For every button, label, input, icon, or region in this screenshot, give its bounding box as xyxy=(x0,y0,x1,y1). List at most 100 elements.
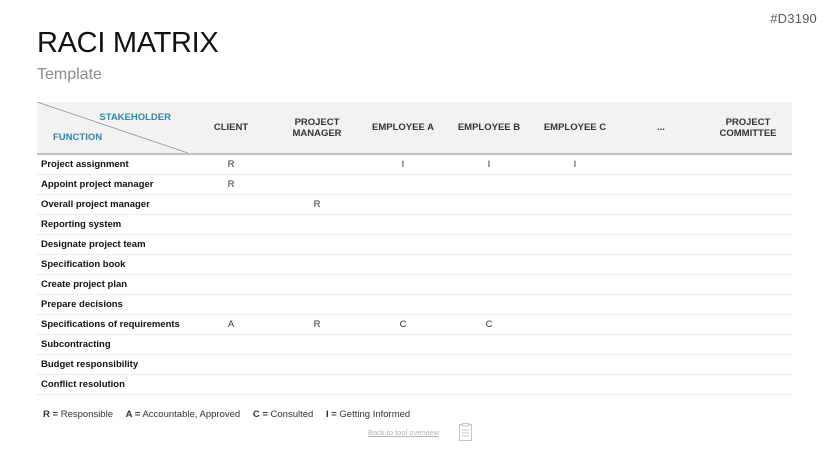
table-row: Reporting system xyxy=(37,214,792,235)
raci-cell: R xyxy=(188,154,274,175)
raci-cell xyxy=(704,274,792,295)
table-row: Appoint project manager R xyxy=(37,174,792,195)
legend-item: R = Responsible xyxy=(43,409,113,420)
raci-cell xyxy=(188,274,274,295)
raci-cell xyxy=(360,174,446,195)
function-cell: Prepare decisions xyxy=(37,294,188,315)
raci-cell xyxy=(618,294,704,315)
raci-cell xyxy=(446,194,532,215)
raci-cell xyxy=(532,234,618,255)
table-row: Create project plan xyxy=(37,274,792,295)
raci-cell xyxy=(532,174,618,195)
raci-table: STAKEHOLDER FUNCTION CLIENT PROJECT MANAG… xyxy=(37,102,792,395)
raci-cell xyxy=(704,234,792,255)
raci-cell xyxy=(188,334,274,355)
raci-cell: C xyxy=(360,314,446,335)
raci-cell: I xyxy=(446,154,532,175)
function-cell: Budget responsibility xyxy=(37,354,188,375)
raci-cell xyxy=(532,354,618,375)
table-row: Project assignment R I I I xyxy=(37,154,792,175)
raci-cell: R xyxy=(274,314,360,335)
table-row: Specification book xyxy=(37,254,792,275)
raci-cell xyxy=(618,374,704,395)
raci-cell xyxy=(704,354,792,375)
raci-cell xyxy=(704,314,792,335)
raci-cell xyxy=(618,334,704,355)
corner-header-cell: STAKEHOLDER FUNCTION xyxy=(37,102,188,155)
table-row: Prepare decisions xyxy=(37,294,792,315)
raci-cell xyxy=(704,154,792,175)
function-label: FUNCTION xyxy=(53,132,103,143)
function-cell: Project assignment xyxy=(37,154,188,175)
raci-cell xyxy=(274,334,360,355)
raci-cell xyxy=(618,354,704,375)
raci-cell xyxy=(704,374,792,395)
table-row: Designate project team xyxy=(37,234,792,255)
function-cell: Specification book xyxy=(37,254,188,275)
raci-cell xyxy=(188,234,274,255)
raci-cell xyxy=(532,214,618,235)
raci-cell xyxy=(618,254,704,275)
stakeholder-label: STAKEHOLDER xyxy=(99,112,171,123)
raci-cell xyxy=(532,194,618,215)
column-header: ... xyxy=(618,102,704,155)
raci-cell xyxy=(274,234,360,255)
raci-cell xyxy=(446,274,532,295)
raci-cell xyxy=(704,194,792,215)
raci-cell xyxy=(446,254,532,275)
raci-cell xyxy=(532,254,618,275)
raci-cell xyxy=(360,194,446,215)
raci-cell xyxy=(446,174,532,195)
page-id: #D3190 xyxy=(770,11,817,26)
raci-cell xyxy=(446,234,532,255)
function-cell: Create project plan xyxy=(37,274,188,295)
raci-cell xyxy=(704,334,792,355)
raci-cell xyxy=(618,234,704,255)
raci-cell xyxy=(274,214,360,235)
page-title: RACI MATRIX xyxy=(37,27,219,59)
raci-cell xyxy=(274,354,360,375)
raci-cell: C xyxy=(446,314,532,335)
raci-cell xyxy=(274,294,360,315)
raci-cell xyxy=(188,374,274,395)
raci-cell xyxy=(188,214,274,235)
raci-cell xyxy=(274,274,360,295)
diagonal-divider xyxy=(37,102,188,153)
raci-cell xyxy=(446,374,532,395)
raci-cell xyxy=(532,314,618,335)
raci-cell xyxy=(618,314,704,335)
column-header: CLIENT xyxy=(188,102,274,155)
raci-cell: I xyxy=(532,154,618,175)
raci-cell xyxy=(446,354,532,375)
function-cell: Designate project team xyxy=(37,234,188,255)
raci-cell xyxy=(446,214,532,235)
raci-cell xyxy=(360,234,446,255)
raci-table-body: Project assignment R I I I Appoint project ma… xyxy=(37,154,792,395)
raci-cell xyxy=(188,294,274,315)
legend-item: A = Accountable, Approved xyxy=(125,409,241,420)
raci-cell xyxy=(274,254,360,275)
raci-cell xyxy=(618,174,704,195)
raci-cell xyxy=(274,374,360,395)
raci-cell: R xyxy=(188,174,274,195)
function-cell: Appoint project manager xyxy=(37,174,188,195)
raci-cell xyxy=(532,274,618,295)
raci-cell xyxy=(360,374,446,395)
raci-cell xyxy=(360,334,446,355)
raci-cell xyxy=(188,254,274,275)
raci-cell xyxy=(532,334,618,355)
raci-cell xyxy=(704,174,792,195)
raci-cell xyxy=(360,294,446,315)
raci-cell xyxy=(532,294,618,315)
raci-cell xyxy=(704,254,792,275)
raci-cell xyxy=(274,154,360,175)
back-to-tool-overview-link[interactable]: Back to tool overview xyxy=(368,428,439,437)
legend: R = Responsible A = Accountable, Approve… xyxy=(43,409,420,420)
raci-cell xyxy=(704,214,792,235)
function-cell: Reporting system xyxy=(37,214,188,235)
table-row: Overall project manager R xyxy=(37,194,792,215)
raci-cell xyxy=(360,354,446,375)
column-header: EMPLOYEE C xyxy=(532,102,618,155)
legend-item: C = Consulted xyxy=(252,409,314,420)
clipboard-icon[interactable] xyxy=(459,423,472,441)
